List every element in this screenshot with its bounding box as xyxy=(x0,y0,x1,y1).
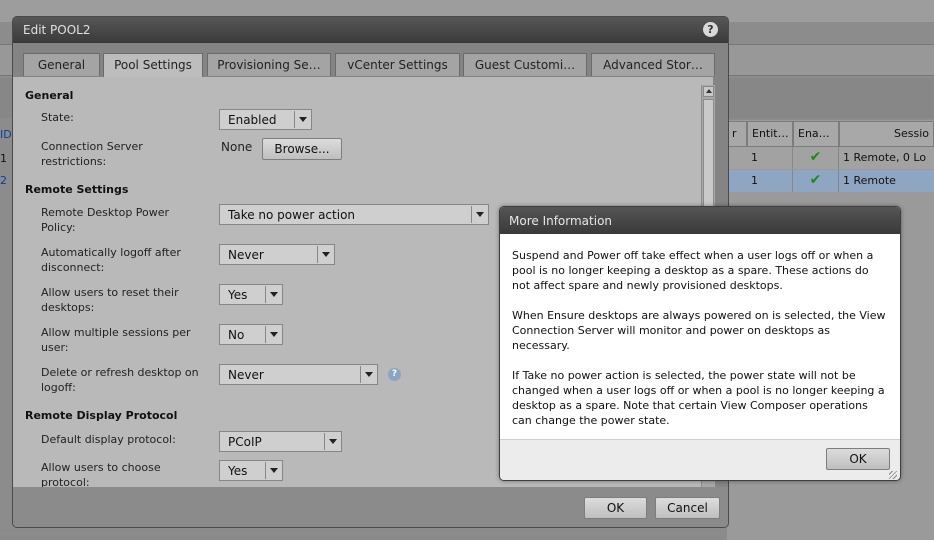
display-protocol-value: PCoIP xyxy=(228,435,262,449)
help-question-icon[interactable]: ? xyxy=(388,368,401,381)
auto-logoff-select[interactable]: Never xyxy=(219,244,335,265)
resize-grip-icon[interactable] xyxy=(889,471,897,479)
dialog-title-bar[interactable]: Edit POOL2 ? xyxy=(13,17,728,43)
chevron-down-icon xyxy=(360,366,377,383)
info-body: Suspend and Power off take effect when a… xyxy=(500,234,900,439)
label-line: protocol: xyxy=(41,476,90,487)
auto-logoff-label: Automatically logoff after disconnect: xyxy=(41,245,181,275)
label-line: logoff: xyxy=(41,381,76,394)
scroll-up-arrow-icon[interactable] xyxy=(703,86,714,97)
connection-server-value: None xyxy=(221,140,253,154)
section-general: General xyxy=(25,89,74,102)
multi-sessions-select[interactable]: No xyxy=(219,324,283,345)
delete-refresh-label: Delete or refresh desktop on logoff: xyxy=(41,365,199,395)
tab-guest-customization[interactable]: Guest Customi… xyxy=(463,53,587,76)
ok-button[interactable]: OK xyxy=(584,497,647,519)
chevron-down-icon xyxy=(324,433,341,450)
info-paragraph: When Ensure desktops are always powered … xyxy=(512,309,886,352)
label-line: Allow users to reset their xyxy=(41,286,179,299)
label-line: disconnect: xyxy=(41,261,105,274)
label-line: Delete or refresh desktop on xyxy=(41,366,199,379)
table-row[interactable]: 1 ✔ 1 Remote xyxy=(727,170,934,192)
multi-sessions-value: No xyxy=(228,328,245,342)
check-icon: ✔ xyxy=(793,170,839,192)
delete-refresh-select[interactable]: Never xyxy=(219,364,378,385)
help-icon[interactable]: ? xyxy=(703,22,718,37)
connection-server-label: Connection Server restrictions: xyxy=(41,139,143,169)
allow-reset-select[interactable]: Yes xyxy=(219,284,283,305)
chevron-down-icon xyxy=(265,326,282,343)
label-line: Allow multiple sessions per xyxy=(41,326,191,339)
entitled-cell: 1 xyxy=(747,147,793,169)
info-paragraph: Suspend and Power off take effect when a… xyxy=(512,249,874,292)
info-ok-button[interactable]: OK xyxy=(826,448,890,470)
cancel-button[interactable]: Cancel xyxy=(655,497,720,519)
grid-header-entitled[interactable]: Entit… xyxy=(747,121,793,147)
dialog-footer: OK Cancel xyxy=(13,487,728,527)
info-title[interactable]: More Information xyxy=(500,207,900,234)
power-policy-select[interactable]: Take no power action xyxy=(219,204,489,225)
label-line: Allow users to choose xyxy=(41,461,161,474)
chevron-down-icon xyxy=(294,111,311,128)
section-remote-settings: Remote Settings xyxy=(25,183,129,196)
state-select[interactable]: Enabled xyxy=(219,109,312,130)
grid-left-label: 1 xyxy=(0,152,7,165)
tab-provisioning-settings[interactable]: Provisioning Se… xyxy=(207,53,331,76)
chevron-down-icon xyxy=(317,246,334,263)
display-protocol-label: Default display protocol: xyxy=(41,433,176,446)
label-line: user: xyxy=(41,341,69,354)
more-information-dialog: More Information Suspend and Power off t… xyxy=(499,206,901,481)
allow-reset-label: Allow users to reset their desktops: xyxy=(41,285,179,315)
label-line: desktops: xyxy=(41,301,95,314)
grid-header-r[interactable]: r xyxy=(727,121,747,147)
allow-reset-value: Yes xyxy=(228,288,248,302)
dialog-title: Edit POOL2 xyxy=(23,23,91,37)
tab-general[interactable]: General xyxy=(23,53,100,76)
choose-protocol-label: Allow users to choose protocol: xyxy=(41,460,161,487)
chevron-down-icon xyxy=(471,206,488,223)
sessions-cell: 1 Remote xyxy=(843,174,896,187)
grid-left-label: ID xyxy=(0,128,12,141)
browse-button[interactable]: Browse... xyxy=(262,138,342,160)
auto-logoff-value: Never xyxy=(228,248,264,262)
choose-protocol-value: Yes xyxy=(228,464,248,478)
state-value: Enabled xyxy=(228,113,277,127)
delete-refresh-value: Never xyxy=(228,368,264,382)
power-policy-value: Take no power action xyxy=(228,208,356,222)
label-line: Connection Server xyxy=(41,140,143,153)
tab-pool-settings[interactable]: Pool Settings xyxy=(103,53,203,78)
choose-protocol-select[interactable]: Yes xyxy=(219,460,283,481)
tab-bar: General Pool Settings Provisioning Se… v… xyxy=(23,53,718,78)
label-line: Remote Desktop Power xyxy=(41,206,170,219)
table-row[interactable]: 1 ✔ 1 Remote, 0 Lo xyxy=(727,147,934,169)
label-line: Policy: xyxy=(41,221,76,234)
label-line: restrictions: xyxy=(41,155,107,168)
entitled-cell: 1 xyxy=(747,170,793,192)
chevron-down-icon xyxy=(265,462,282,479)
label-line: Automatically logoff after xyxy=(41,246,181,259)
tab-advanced-storage[interactable]: Advanced Stor… xyxy=(591,53,715,76)
tab-vcenter-settings[interactable]: vCenter Settings xyxy=(335,53,460,76)
check-icon: ✔ xyxy=(793,147,839,169)
grid-header-enabled[interactable]: Ena… xyxy=(793,121,839,147)
chevron-down-icon xyxy=(265,286,282,303)
info-paragraph: If Take no power action is selected, the… xyxy=(512,369,885,427)
state-label: State: xyxy=(41,111,74,124)
grid-left-label: 2 xyxy=(0,174,7,187)
section-remote-display-protocol: Remote Display Protocol xyxy=(25,409,178,422)
info-footer: OK xyxy=(500,439,900,480)
display-protocol-select[interactable]: PCoIP xyxy=(219,431,342,452)
multi-sessions-label: Allow multiple sessions per user: xyxy=(41,325,191,355)
grid-header-sessions[interactable]: Sessio xyxy=(839,121,934,147)
power-policy-label: Remote Desktop Power Policy: xyxy=(41,205,169,235)
sessions-cell: 1 Remote, 0 Lo xyxy=(843,151,927,164)
